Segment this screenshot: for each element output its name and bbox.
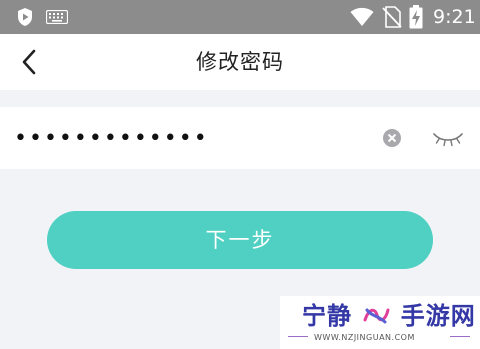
watermark-name-right: 手游网 (400, 302, 476, 330)
watermark-logo-text: 宁静 手游网 (302, 301, 476, 331)
no-sim-icon (382, 6, 402, 28)
keyboard-icon (46, 10, 68, 24)
clear-icon[interactable] (382, 128, 402, 148)
watermark-name-left: 宁静 (302, 302, 352, 330)
eye-closed-icon[interactable] (432, 129, 464, 147)
wifi-icon (350, 7, 374, 26)
header-bar: 修改密码 (0, 34, 480, 90)
page-title: 修改密码 (196, 50, 284, 74)
change-password-screen: 9:21 修改密码 下一步 宁静 手游网 WW (0, 0, 480, 349)
next-button[interactable]: 下一步 (47, 211, 433, 269)
status-time: 9:21 (433, 6, 476, 28)
battery-charging-icon (409, 5, 423, 29)
shield-icon (18, 8, 32, 26)
watermark-logo-icon (363, 308, 390, 324)
password-row (0, 107, 480, 169)
watermark: 宁静 手游网 WWW.NZJINGUAN.COM (280, 296, 480, 349)
watermark-url: WWW.NZJINGUAN.COM (314, 333, 415, 342)
password-input[interactable] (14, 117, 364, 159)
status-bar: 9:21 (0, 0, 480, 34)
watermark-divider-right (450, 336, 470, 337)
watermark-divider-left (288, 336, 308, 337)
